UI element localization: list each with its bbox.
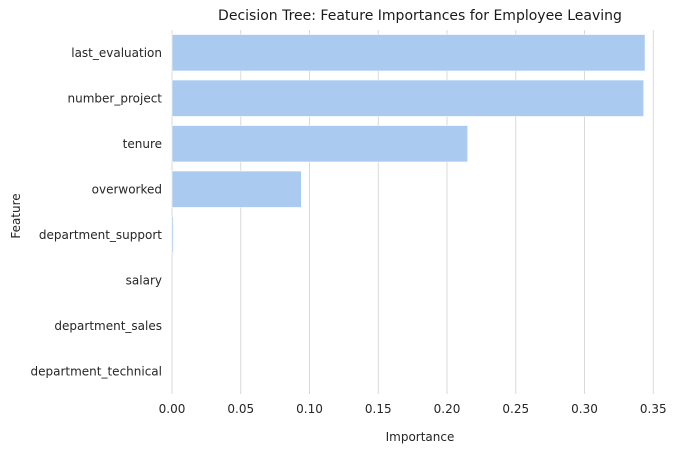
bars bbox=[171, 34, 646, 254]
y-tick-label: tenure bbox=[123, 137, 162, 151]
y-axis-label: Feature bbox=[9, 193, 23, 238]
x-tick-label: 0.05 bbox=[227, 402, 254, 416]
x-tick-labels: 0.00 0.05 0.10 0.15 0.20 0.25 0.30 0.35 bbox=[159, 402, 667, 416]
y-tick-label: salary bbox=[126, 273, 162, 287]
bar-last-evaluation bbox=[171, 34, 646, 72]
x-axis-label: Importance bbox=[386, 430, 455, 444]
bar-chart: last_evaluation number_projecttenure overw… bbox=[9, 8, 667, 444]
y-tick-label: last_evaluation bbox=[71, 46, 162, 60]
bar-overworked bbox=[171, 170, 302, 208]
x-tick-label: 0.25 bbox=[502, 402, 529, 416]
y-tick-label: number_project bbox=[68, 91, 163, 105]
x-tick-label: 0.10 bbox=[296, 402, 323, 416]
chart-figure: last_evaluation number_projecttenure overw… bbox=[0, 0, 678, 453]
y-tick-labels: last_evaluation number_projecttenure overw… bbox=[30, 46, 162, 379]
y-tick-label: department_sales bbox=[54, 319, 162, 333]
x-tick-label: 0.00 bbox=[159, 402, 186, 416]
y-tick-label: department_technical bbox=[30, 364, 162, 378]
y-tick-label: overworked bbox=[92, 182, 162, 196]
bar-department-support bbox=[171, 216, 174, 254]
bar-tenure bbox=[171, 125, 468, 163]
x-tick-label: 0.35 bbox=[640, 402, 667, 416]
bar-number-project bbox=[171, 79, 644, 117]
x-tick-label: 0.30 bbox=[571, 402, 598, 416]
y-tick-label: department_support bbox=[39, 228, 162, 242]
x-tick-label: 0.20 bbox=[434, 402, 461, 416]
chart-title: Decision Tree: Feature Importances for E… bbox=[218, 8, 622, 24]
x-tick-label: 0.15 bbox=[365, 402, 392, 416]
